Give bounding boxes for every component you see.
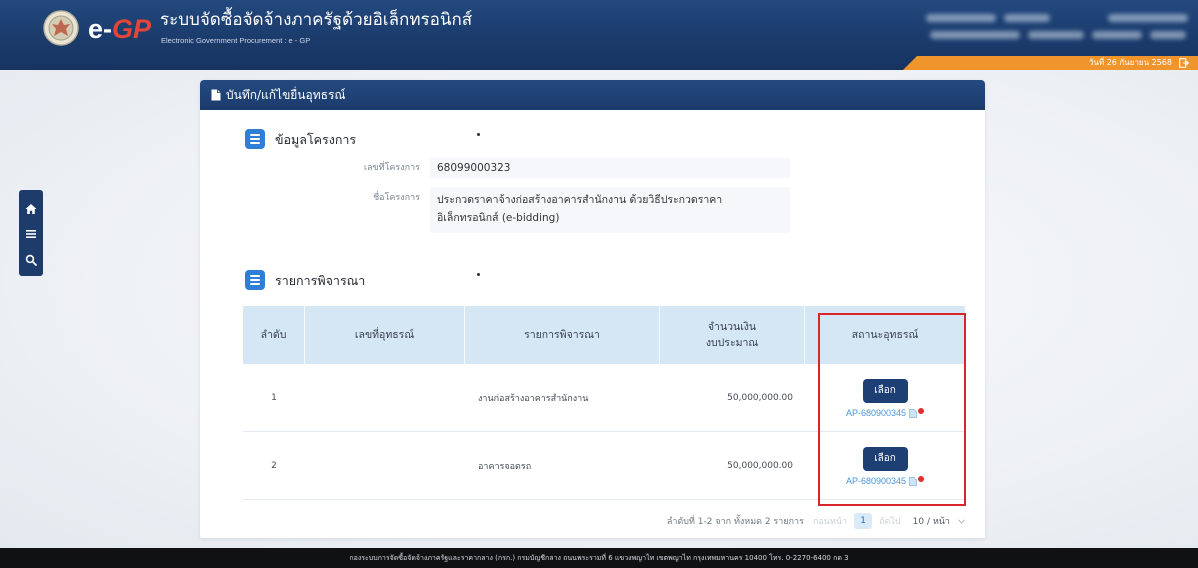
pagination-prev[interactable]: ก่อนหน้า — [813, 514, 847, 528]
home-button[interactable] — [23, 201, 39, 217]
appeal-link-group: AP-680900345 — [846, 408, 925, 419]
list-icon — [245, 129, 265, 149]
logo-e-text: e- — [88, 14, 113, 44]
appeal-link-group: AP-680900345 — [846, 476, 925, 487]
row-budget: 50,000,000.00 — [727, 392, 793, 403]
project-name-label: ชื่อโครงการ — [373, 193, 420, 203]
chevron-down-icon[interactable] — [958, 518, 965, 524]
file-icon[interactable] — [909, 477, 917, 486]
row-number: 2 — [271, 460, 277, 471]
pagination-summary: ลำดับที่ 1-2 จาก ทั้งหมด 2 รายการ — [666, 517, 804, 527]
row-appeal-no — [305, 432, 465, 499]
footer-address: กองระบบการจัดซื้อจัดจ้างภาครัฐและราคากลา… — [349, 553, 849, 562]
menu-button[interactable] — [23, 226, 39, 242]
red-dot-icon — [918, 408, 925, 414]
blurred-text-segment — [926, 14, 996, 22]
system-title: ระบบจัดซื้อจัดจ้างภาครัฐด้วยอิเล็กทรอนิก… — [160, 10, 473, 30]
row-item: งานก่อสร้างอาคารสำนักงาน — [478, 393, 589, 404]
page-footer: กองระบบการจัดซื้อจัดจ้างภาครัฐและราคากลา… — [0, 548, 1198, 568]
row-status: เลือก AP-680900345 — [805, 364, 965, 431]
section-dot — [477, 273, 480, 276]
project-name-line: ประกวดราคาจ้างก่อสร้างอาคารสำนักงาน ด้วย… — [437, 194, 723, 206]
top-header: e-GP ระบบจัดซื้อจัดจ้างภาครัฐด้วยอิเล็กท… — [0, 0, 1198, 70]
row-appeal-no — [305, 364, 465, 431]
egp-logo[interactable]: e-GP — [88, 14, 151, 44]
garuda-emblem-icon[interactable] — [43, 10, 79, 46]
system-subtitle: Electronic Government Procurement : e - … — [161, 36, 311, 45]
column-header-status: สถานะอุทธรณ์ — [851, 329, 919, 341]
review-items-table: ลำดับ เลขที่อุทธรณ์ รายการพิจารณา จำนวนเ… — [243, 306, 965, 500]
pagination-next[interactable]: ถัดไป — [879, 514, 901, 528]
logo-gp-text: GP — [112, 14, 152, 44]
review-items-heading: รายการพิจารณา — [275, 273, 366, 288]
appeal-number-link[interactable]: AP-680900345 — [846, 476, 906, 487]
search-button[interactable] — [23, 252, 39, 268]
current-date: วันที่ 26 กันยายน 2568 — [1088, 58, 1172, 67]
column-header-budget-line: งบประมาณ — [705, 337, 759, 349]
document-icon — [211, 89, 221, 101]
logout-icon[interactable] — [1179, 58, 1189, 68]
section-dot — [477, 133, 480, 136]
select-button[interactable]: เลือก — [862, 379, 908, 403]
list-icon — [245, 270, 265, 290]
project-number-label: เลขที่โครงการ — [363, 163, 420, 173]
card-header: บันทึก/แก้ไขยื่นอุทธรณ์ — [200, 80, 985, 110]
project-info-heading: ข้อมูลโครงการ — [275, 132, 357, 147]
table-header-row: ลำดับ เลขที่อุทธรณ์ รายการพิจารณา จำนวนเ… — [243, 306, 965, 364]
blurred-text-segment — [1150, 31, 1186, 39]
blurred-text-segment — [1004, 14, 1050, 22]
row-number: 1 — [271, 392, 277, 403]
row-status: เลือก AP-680900345 — [805, 432, 965, 499]
project-name-line: อิเล็กทรอนิกส์ (e-bidding) — [437, 212, 560, 224]
project-number-value: 68099000323 — [430, 158, 790, 178]
table-row: 1 งานก่อสร้างอาคารสำนักงาน 50,000,000.00… — [243, 364, 965, 432]
blurred-text-segment — [1092, 31, 1142, 39]
blurred-text-segment — [1028, 31, 1084, 39]
search-icon — [25, 254, 37, 266]
side-toolbar — [19, 190, 43, 276]
project-name-value: ประกวดราคาจ้างก่อสร้างอาคารสำนักงาน ด้วย… — [430, 187, 790, 233]
pagination: ลำดับที่ 1-2 จาก ทั้งหมด 2 รายการ ก่อนหน… — [667, 513, 965, 529]
row-budget: 50,000,000.00 — [727, 460, 793, 471]
appeal-number-link[interactable]: AP-680900345 — [846, 408, 906, 419]
appeal-form-card: บันทึก/แก้ไขยื่นอุทธรณ์ ข้อมูลโครงการ เล… — [200, 80, 985, 538]
column-header-no: ลำดับ — [243, 306, 305, 364]
column-header-budget-line: จำนวนเงิน — [707, 321, 757, 333]
column-header-budget: จำนวนเงิน งบประมาณ — [660, 306, 805, 364]
page-title: บันทึก/แก้ไขยื่นอุทธรณ์ — [226, 88, 346, 102]
column-header-item: รายการพิจารณา — [465, 306, 660, 364]
red-dot-icon — [918, 476, 925, 482]
pagination-page-current[interactable]: 1 — [854, 513, 873, 529]
column-header-appeal-no: เลขที่อุทธรณ์ — [305, 306, 465, 364]
home-icon — [25, 204, 37, 214]
blurred-text-segment — [930, 31, 1020, 39]
date-bar: วันที่ 26 กันยายน 2568 — [903, 56, 1198, 70]
blurred-text-segment — [1108, 14, 1188, 22]
file-icon[interactable] — [909, 409, 917, 418]
select-button[interactable]: เลือก — [862, 447, 908, 471]
row-item: อาคารจอดรถ — [478, 461, 532, 472]
menu-icon — [26, 230, 36, 238]
page-size-select[interactable]: 10 / หน้า — [913, 514, 950, 528]
table-row: 2 อาคารจอดรถ 50,000,000.00 เลือก AP-6809… — [243, 432, 965, 500]
